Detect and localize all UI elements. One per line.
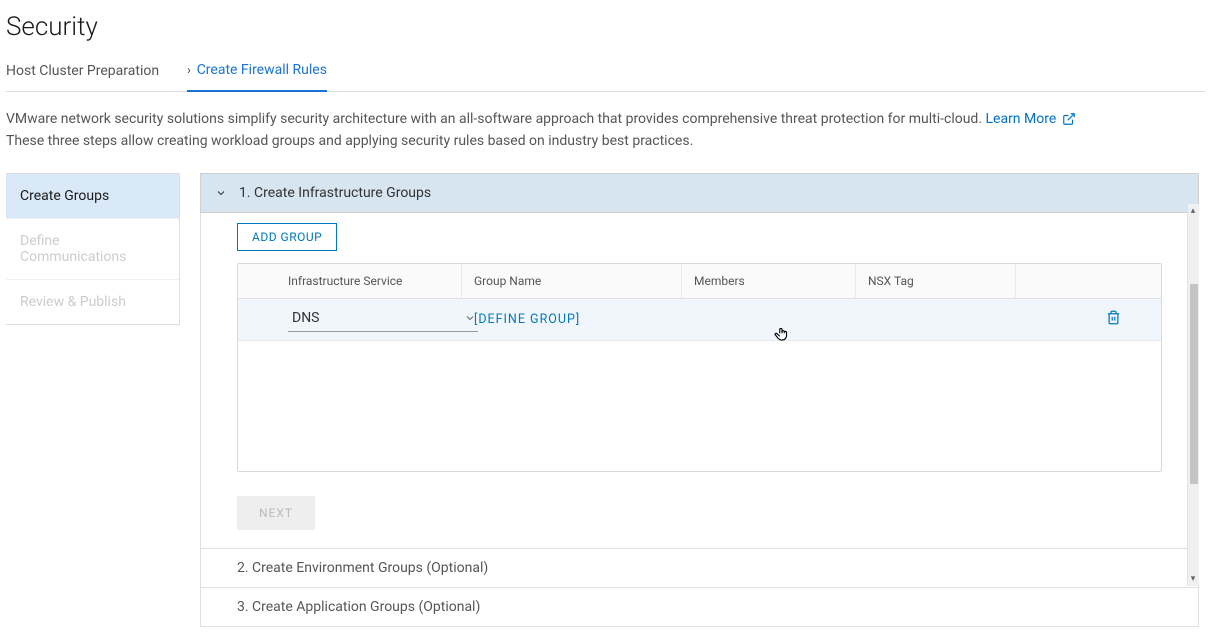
sidebar-item-define-communications: Define Communications	[6, 219, 179, 280]
sidebar-item-label: Define Communications	[20, 233, 126, 265]
td-group-name: [DEFINE GROUP]	[462, 303, 682, 335]
table-empty-space	[238, 341, 1161, 471]
accordion-title: 1. Create Infrastructure Groups	[239, 185, 431, 201]
sidebar: Create Groups Define Communications Revi…	[6, 173, 180, 325]
scrollbar-thumb[interactable]	[1190, 284, 1198, 484]
td-nsx-tag	[856, 311, 1016, 327]
th-group-name: Group Name	[462, 264, 682, 298]
tabs: Host Cluster Preparation › Create Firewa…	[6, 62, 1205, 92]
next-button: NEXT	[237, 496, 315, 530]
sidebar-item-create-groups[interactable]: Create Groups	[6, 174, 179, 219]
scroll-down-arrow[interactable]: ▾	[1187, 572, 1199, 586]
table-row: DNS [DEFINE GROUP]	[238, 299, 1161, 341]
define-group-link[interactable]: [DEFINE GROUP]	[474, 312, 580, 327]
accordion-title: 3. Create Application Groups (Optional)	[237, 599, 480, 615]
accordion-header-infrastructure[interactable]: 1. Create Infrastructure Groups	[200, 173, 1199, 213]
tab-label: Host Cluster Preparation	[6, 63, 159, 79]
sidebar-item-label: Review & Publish	[20, 294, 126, 310]
trash-icon[interactable]	[1106, 310, 1121, 325]
sidebar-item-label: Create Groups	[20, 188, 109, 204]
tab-host-cluster-preparation[interactable]: Host Cluster Preparation	[6, 63, 159, 91]
service-select[interactable]: DNS	[288, 307, 478, 332]
page-title: Security	[6, 12, 1205, 42]
th-nsx-tag: NSX Tag	[856, 264, 1016, 298]
learn-more-label: Learn More	[985, 108, 1056, 130]
description-line2: These three steps allow creating workloa…	[6, 133, 693, 149]
select-value: DNS	[292, 310, 464, 326]
accordion-header-environment[interactable]: 2. Create Environment Groups (Optional)	[200, 549, 1199, 588]
tab-label: Create Firewall Rules	[197, 62, 327, 78]
chevron-down-icon	[464, 312, 476, 324]
add-group-button[interactable]: ADD GROUP	[237, 223, 337, 251]
chevron-right-icon: ›	[187, 63, 191, 77]
table-header-row: Infrastructure Service Group Name Member…	[238, 264, 1161, 299]
description-text: VMware network security solutions simpli…	[6, 108, 1205, 153]
scrollbar-track[interactable]: ▴ ▾	[1187, 204, 1199, 586]
scroll-up-arrow[interactable]: ▴	[1187, 204, 1199, 218]
th-members: Members	[682, 264, 856, 298]
tab-create-firewall-rules[interactable]: › Create Firewall Rules	[187, 62, 327, 92]
description-line1: VMware network security solutions simpli…	[6, 111, 985, 127]
td-members	[682, 311, 856, 327]
th-infrastructure-service: Infrastructure Service	[238, 264, 462, 298]
main-panel: 1. Create Infrastructure Groups ADD GROU…	[200, 173, 1199, 627]
accordion-body-infrastructure: ADD GROUP Infrastructure Service Group N…	[200, 213, 1199, 549]
accordion-header-application[interactable]: 3. Create Application Groups (Optional)	[200, 588, 1199, 627]
chevron-down-icon	[215, 187, 227, 199]
groups-table: Infrastructure Service Group Name Member…	[237, 263, 1162, 472]
learn-more-link[interactable]: Learn More	[985, 108, 1076, 130]
sidebar-item-review-publish: Review & Publish	[6, 280, 179, 324]
external-link-icon	[1062, 112, 1076, 126]
accordion-title: 2. Create Environment Groups (Optional)	[237, 560, 488, 576]
th-actions	[1016, 264, 1161, 298]
td-service: DNS	[238, 299, 462, 340]
td-actions	[1016, 302, 1161, 337]
